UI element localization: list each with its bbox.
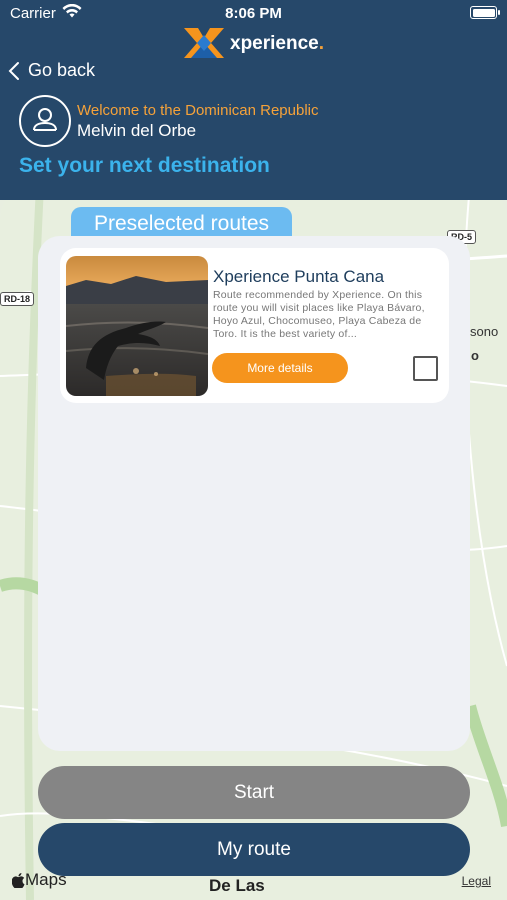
back-label: Go back [28,60,96,80]
user-icon [33,108,57,131]
route-title: Xperience Punta Cana [213,267,385,286]
map-place-label: o [471,348,479,363]
route-card[interactable]: Xperience Punta Cana Route recommended b… [60,248,449,403]
whale-tail-image [66,256,208,396]
status-time: 8:06 PM [225,5,282,22]
apple-icon [12,872,25,888]
xperience-logo: xperience. [184,26,334,60]
map-city-label: De Las [209,876,265,895]
x-logo-icon [184,28,224,58]
page-title: Set your next destination [19,154,270,177]
route-image [66,256,208,396]
legal-link[interactable]: Legal [462,874,491,888]
status-bar: Carrier 8:06 PM [0,0,507,28]
map-place-label: sono [470,324,499,339]
battery-icon [470,6,500,19]
route-select-checkbox[interactable] [413,356,438,381]
start-button[interactable]: Start [38,766,470,819]
avatar[interactable] [19,95,71,147]
brand-name: xperience. [230,33,325,54]
road-sign: RD-18 [0,292,35,306]
more-details-button[interactable]: More details [212,353,348,383]
welcome-text: Welcome to the Dominican Republic [77,102,319,119]
route-description: Route recommended by Xperience. On this … [213,289,425,340]
header: Carrier 8:06 PM xperience. Go back Welco… [0,0,507,200]
my-route-button[interactable]: My route [38,823,470,876]
user-name: Melvin del Orbe [77,121,197,140]
back-button[interactable]: Go back [8,60,95,81]
chevron-left-icon [8,61,19,80]
